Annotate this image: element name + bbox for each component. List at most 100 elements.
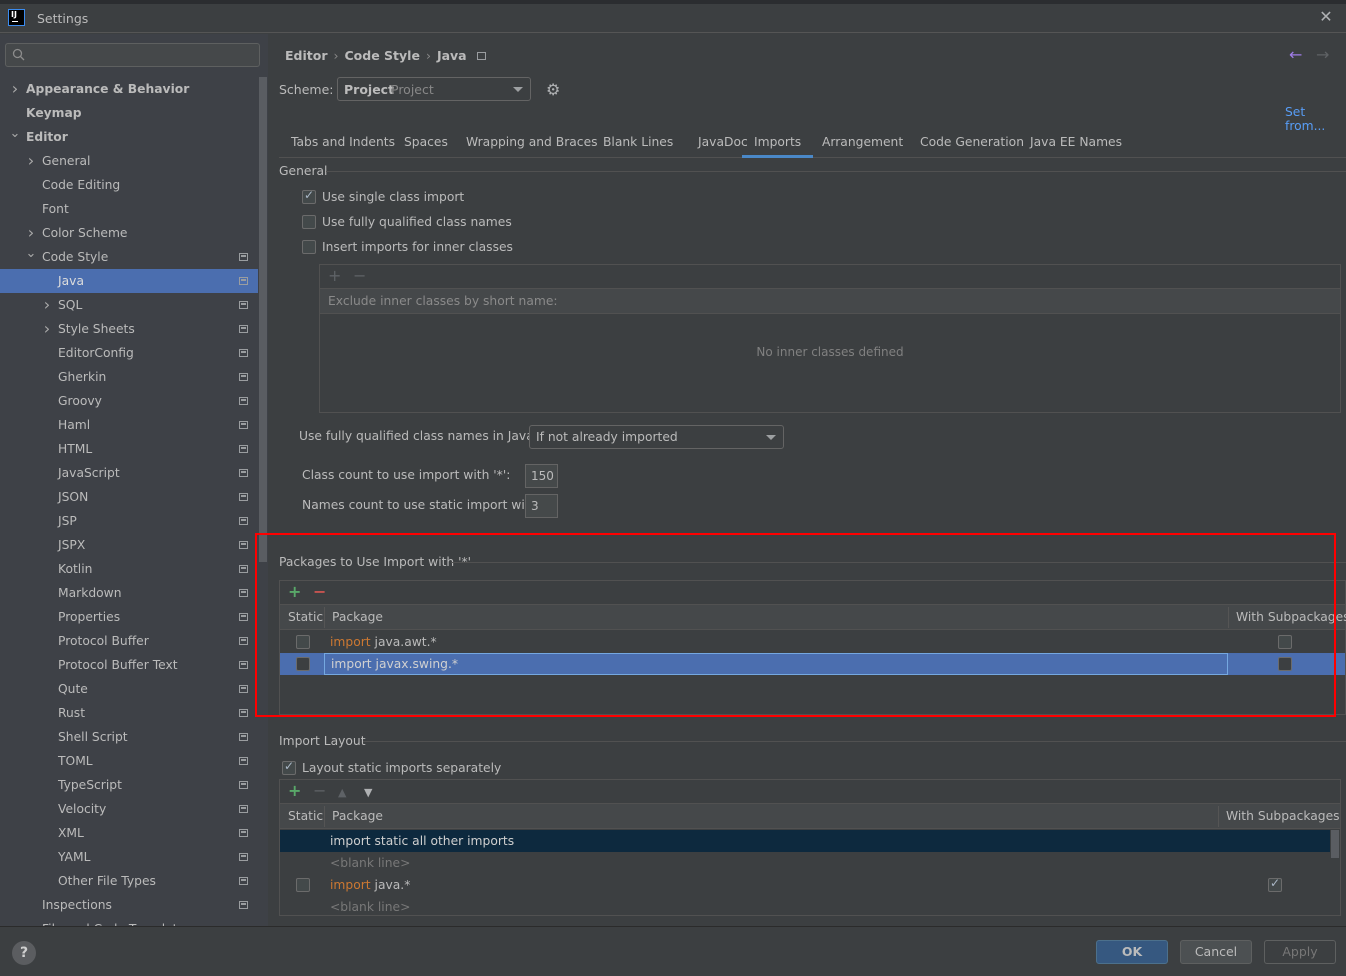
remove-icon[interactable]: − xyxy=(353,267,366,285)
column-static[interactable]: Static xyxy=(288,804,323,829)
breadcrumb-code-style[interactable]: Code Style xyxy=(345,48,420,63)
sidebar-item-toml[interactable]: TOML xyxy=(0,749,258,773)
scheme-dropdown[interactable]: Project Project xyxy=(337,77,531,101)
static-checkbox[interactable] xyxy=(296,657,310,671)
sidebar-item-code-style[interactable]: ⌄ Code Style xyxy=(0,245,258,269)
sidebar-item-keymap[interactable]: Keymap xyxy=(0,101,258,125)
sidebar-item-json[interactable]: JSON xyxy=(0,485,258,509)
cancel-button[interactable]: Cancel xyxy=(1180,940,1252,964)
sidebar-item-yaml[interactable]: YAML xyxy=(0,845,258,869)
sidebar-item-gherkin[interactable]: Gherkin xyxy=(0,365,258,389)
column-divider[interactable] xyxy=(324,806,325,827)
column-with-subpackages[interactable]: With Subpackages xyxy=(1236,605,1346,630)
with-subpackages-checkbox[interactable] xyxy=(1278,635,1292,649)
remove-icon[interactable]: − xyxy=(313,782,326,800)
chevron-right-icon[interactable]: › xyxy=(41,293,53,317)
insert-imports-inner-label[interactable]: Insert imports for inner classes xyxy=(322,240,513,254)
sidebar-item-code-editing[interactable]: Code Editing xyxy=(0,173,258,197)
column-divider[interactable] xyxy=(1218,806,1219,827)
package-cell[interactable]: import javax.swing.* xyxy=(324,653,1228,675)
ok-button[interactable]: OK xyxy=(1096,940,1168,964)
insert-imports-inner-checkbox[interactable] xyxy=(302,240,316,254)
table-row[interactable]: <blank line> xyxy=(280,896,1330,915)
tab-code-generation[interactable]: Code Generation xyxy=(908,130,1036,158)
sidebar-item-groovy[interactable]: Groovy xyxy=(0,389,258,413)
chevron-right-icon[interactable]: › xyxy=(25,221,37,245)
back-arrow-icon[interactable]: ← xyxy=(1289,45,1302,64)
move-up-icon[interactable]: ▲ xyxy=(338,784,346,802)
sidebar-item-rust[interactable]: Rust xyxy=(0,701,258,725)
sidebar-item-html[interactable]: HTML xyxy=(0,437,258,461)
sidebar-item-typescript[interactable]: TypeScript xyxy=(0,773,258,797)
sidebar-item-qute[interactable]: Qute xyxy=(0,677,258,701)
sidebar-item-sql[interactable]: › SQL xyxy=(0,293,258,317)
sidebar-item-protocol-buffer-text[interactable]: Protocol Buffer Text xyxy=(0,653,258,677)
set-from-link[interactable]: Set from... xyxy=(1285,105,1346,133)
sidebar-item-editorconfig[interactable]: EditorConfig xyxy=(0,341,258,365)
sidebar-item-velocity[interactable]: Velocity xyxy=(0,797,258,821)
table-row[interactable]: import static all other imports xyxy=(280,830,1330,852)
static-checkbox[interactable] xyxy=(296,635,310,649)
sidebar-item-haml[interactable]: Haml xyxy=(0,413,258,437)
column-package[interactable]: Package xyxy=(332,804,383,829)
layout-static-separately-checkbox[interactable] xyxy=(282,759,296,775)
column-package[interactable]: Package xyxy=(332,605,383,630)
chevron-down-icon[interactable]: ⌄ xyxy=(25,245,37,269)
use-single-class-import-label[interactable]: Use single class import xyxy=(322,190,464,204)
sidebar-item-jspx[interactable]: JSPX xyxy=(0,533,258,557)
tab-arrangement[interactable]: Arrangement xyxy=(810,130,915,158)
table-row[interactable]: <blank line> xyxy=(280,852,1330,874)
sidebar-item-kotlin[interactable]: Kotlin xyxy=(0,557,258,581)
gear-icon[interactable]: ⚙ xyxy=(546,80,564,99)
table-row[interactable]: import java.awt.* xyxy=(280,631,1345,653)
sidebar-item-color-scheme[interactable]: › Color Scheme xyxy=(0,221,258,245)
sidebar-item-javascript[interactable]: JavaScript xyxy=(0,461,258,485)
sidebar-item-jsp[interactable]: JSP xyxy=(0,509,258,533)
column-static[interactable]: Static xyxy=(288,605,323,630)
sidebar-item-protocol-buffer[interactable]: Protocol Buffer xyxy=(0,629,258,653)
sidebar-item-appearance-behavior[interactable]: › Appearance & Behavior xyxy=(0,77,258,101)
class-count-input[interactable]: 150 xyxy=(525,464,558,488)
chevron-right-icon[interactable]: › xyxy=(9,77,21,101)
sidebar-item-inspections[interactable]: Inspections xyxy=(0,893,258,917)
tab-java-ee-names[interactable]: Java EE Names xyxy=(1018,130,1134,158)
sidebar-item-style-sheets[interactable]: › Style Sheets xyxy=(0,317,258,341)
chevron-down-icon[interactable]: ⌄ xyxy=(9,125,21,149)
tab-blank-lines[interactable]: Blank Lines xyxy=(591,130,685,158)
apply-button[interactable]: Apply xyxy=(1264,940,1336,964)
help-button[interactable]: ? xyxy=(12,941,36,965)
sidebar-item-general[interactable]: › General xyxy=(0,149,258,173)
sidebar-item-shell-script[interactable]: Shell Script xyxy=(0,725,258,749)
sidebar-item-markdown[interactable]: Markdown xyxy=(0,581,258,605)
sidebar-item-xml[interactable]: XML xyxy=(0,821,258,845)
tab-tabs-and-indents[interactable]: Tabs and Indents xyxy=(279,130,407,158)
chevron-right-icon[interactable]: › xyxy=(41,317,53,341)
remove-icon[interactable]: − xyxy=(313,583,326,601)
breadcrumb-editor[interactable]: Editor xyxy=(285,48,328,63)
column-divider[interactable] xyxy=(1228,607,1229,628)
sidebar-item-other-file-types[interactable]: Other File Types xyxy=(0,869,258,893)
forward-arrow-icon[interactable]: → xyxy=(1316,45,1329,64)
column-divider[interactable] xyxy=(324,607,325,628)
tab-wrapping-and-braces[interactable]: Wrapping and Braces xyxy=(454,130,610,158)
sidebar-scrollbar[interactable] xyxy=(259,77,267,562)
add-dropdown-icon[interactable]: + xyxy=(288,782,301,800)
sidebar-item-editor[interactable]: ⌄ Editor xyxy=(0,125,258,149)
static-checkbox[interactable] xyxy=(296,878,310,892)
chevron-right-icon[interactable]: › xyxy=(25,149,37,173)
use-fully-qualified-checkbox[interactable] xyxy=(302,215,316,229)
javadoc-dropdown[interactable]: If not already imported xyxy=(529,425,784,449)
package-cell[interactable]: import java.awt.* xyxy=(324,631,1228,653)
table-row[interactable]: import javax.swing.* xyxy=(280,653,1345,675)
use-fully-qualified-label[interactable]: Use fully qualified class names xyxy=(322,215,512,229)
names-count-input[interactable]: 3 xyxy=(525,494,558,518)
with-subpackages-checkbox[interactable] xyxy=(1278,657,1292,671)
tab-spaces[interactable]: Spaces xyxy=(392,130,460,158)
sidebar-item-font[interactable]: Font xyxy=(0,197,258,221)
settings-search-input[interactable] xyxy=(5,43,260,67)
column-with-subpackages[interactable]: With Subpackages xyxy=(1226,804,1340,829)
import-layout-scrollbar-thumb[interactable] xyxy=(1331,830,1339,858)
close-icon[interactable]: ✕ xyxy=(1316,7,1336,27)
table-row[interactable]: import java.* xyxy=(280,874,1330,896)
tab-imports[interactable]: Imports xyxy=(742,130,814,158)
